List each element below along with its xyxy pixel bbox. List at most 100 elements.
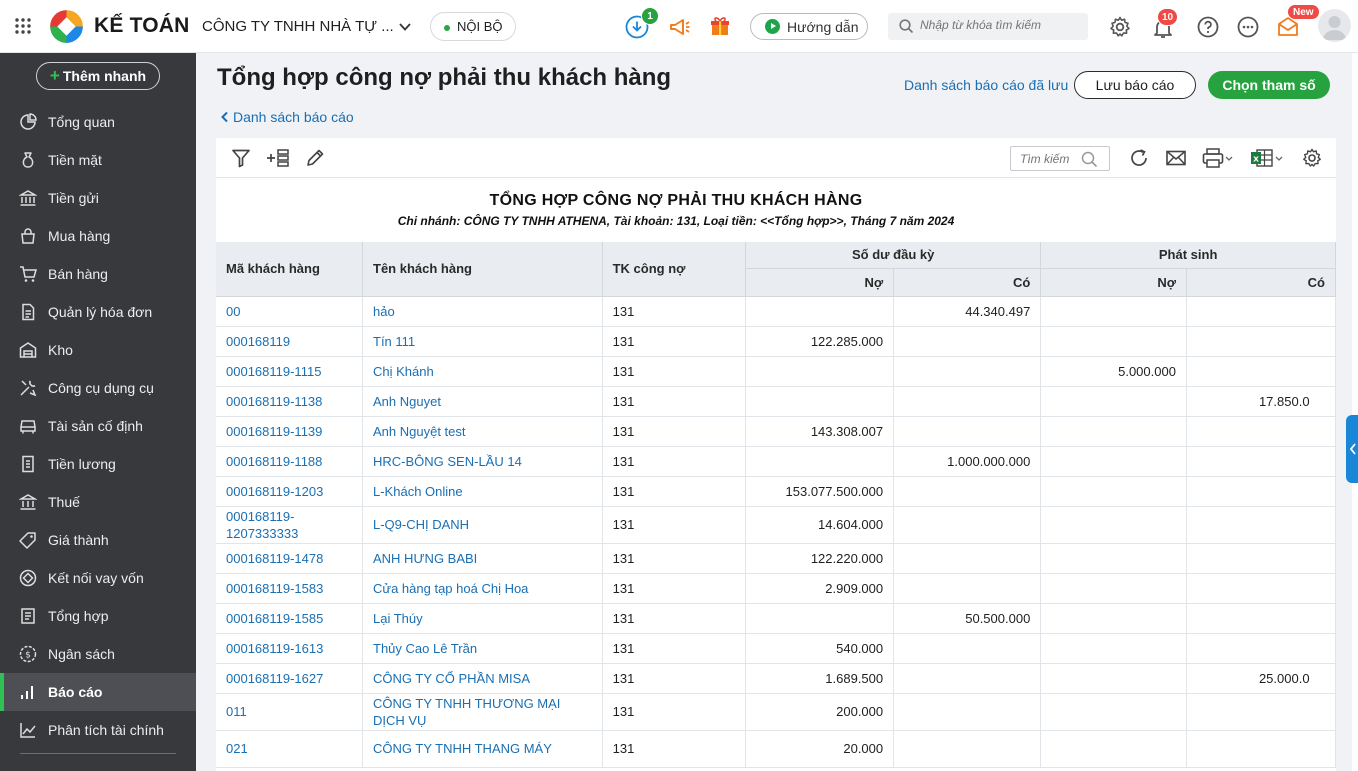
cell-customer-name[interactable]: Anh Nguyet <box>362 386 603 417</box>
cell-customer-code[interactable]: 021 <box>216 730 363 768</box>
cell-customer-name[interactable]: Anh Nguyệt test <box>362 416 603 447</box>
cell-customer-code[interactable]: 000168119-1585 <box>216 603 363 634</box>
more-options-icon[interactable] <box>1236 15 1260 39</box>
cell-customer-code[interactable]: 000168119 <box>216 326 363 357</box>
global-search[interactable] <box>888 13 1088 40</box>
cell-customer-code[interactable]: 000168119-1188 <box>216 446 363 477</box>
refresh-icon[interactable] <box>1128 147 1150 169</box>
cell-customer-name[interactable]: ANH HƯNG BABI <box>362 543 603 574</box>
table-row[interactable]: 00 hảo 131 44.340.497 <box>216 296 1336 327</box>
cell-customer-name[interactable]: CÔNG TY CỔ PHẦN MISA <box>362 663 603 694</box>
email-icon[interactable] <box>1165 147 1187 169</box>
sidebar-item-cash[interactable]: Tiền mặt <box>0 141 196 179</box>
table-row[interactable]: 000168119-1188 HRC-BÔNG SEN-LẦU 14 131 1.00… <box>216 446 1336 477</box>
printer-icon[interactable] <box>1202 147 1234 169</box>
quick-add-button[interactable]: + Thêm nhanh <box>36 62 160 90</box>
table-row[interactable]: 000168119-1613 Thủy Cao Lê Trần 131 540.000 <box>216 633 1336 664</box>
cell-customer-name[interactable]: Cửa hàng tạp hoá Chị Hoa <box>362 573 603 604</box>
table-row[interactable]: 000168119-1583 Cửa hàng tạp hoá Chị Hoa 13… <box>216 573 1336 604</box>
cell-customer-name[interactable]: hảo <box>362 296 603 327</box>
sidebar-item-budget[interactable]: $ Ngân sách <box>0 635 196 673</box>
table-row[interactable]: 000168119-1207333333 L-Q9-CHỊ DANH 131 14.6… <box>216 506 1336 544</box>
table-row[interactable]: 011 CÔNG TY TNHH THƯƠNG MẠI DỊCH VỤ 131 200… <box>216 693 1336 731</box>
table-row[interactable]: 000168119-1585 Lại Thúy 131 50.500.000 <box>216 603 1336 634</box>
avatar[interactable] <box>1318 9 1351 42</box>
gift-icon[interactable] <box>708 14 732 38</box>
cell-customer-name[interactable]: L-Khách Online <box>362 476 603 507</box>
select-params-button[interactable]: Chọn tham số <box>1208 71 1330 99</box>
header-opening-debit[interactable]: Nợ <box>745 268 895 297</box>
side-panel-toggle[interactable] <box>1346 415 1358 483</box>
settings-gear-icon[interactable] <box>1301 147 1323 169</box>
report-search[interactable] <box>1010 146 1110 171</box>
global-search-input[interactable] <box>920 18 1080 32</box>
sidebar-item-reports[interactable]: Báo cáo <box>0 673 196 711</box>
cell-customer-code[interactable]: 00 <box>216 296 363 327</box>
cell-customer-code[interactable]: 011 <box>216 693 363 731</box>
table-row[interactable]: 000168119-1115 Chị Khánh 131 5.000.000 <box>216 356 1336 387</box>
guide-button[interactable]: Hướng dẫn <box>750 13 868 40</box>
sidebar-item-sales[interactable]: Bán hàng <box>0 255 196 293</box>
cell-customer-name[interactable]: Thủy Cao Lê Trần <box>362 633 603 664</box>
cell-customer-code[interactable]: 000168119-1138 <box>216 386 363 417</box>
filter-icon[interactable] <box>230 147 252 169</box>
misa-logo[interactable] <box>50 10 83 43</box>
company-selector[interactable]: CÔNG TY TNHH NHÀ TỰ ... <box>202 18 394 35</box>
table-row[interactable]: 000168119-1138 Anh Nguyet 131 17.850.0 <box>216 386 1336 417</box>
excel-export-icon[interactable]: x <box>1250 147 1284 169</box>
cell-customer-code[interactable]: 000168119-1478 <box>216 543 363 574</box>
header-account[interactable]: TK công nợ <box>602 242 747 297</box>
cell-customer-code[interactable]: 000168119-1583 <box>216 573 363 604</box>
cell-customer-name[interactable]: Tín 111 <box>362 326 603 357</box>
cell-customer-name[interactable]: CÔNG TY TNHH THANG MÁY <box>362 730 603 768</box>
sidebar-item-overview[interactable]: Tổng quan <box>0 103 196 141</box>
sidebar-item-cost[interactable]: Giá thành <box>0 521 196 559</box>
cell-customer-code[interactable]: 000168119-1613 <box>216 633 363 664</box>
cell-customer-code[interactable]: 000168119-1139 <box>216 416 363 447</box>
sidebar-item-purchase[interactable]: Mua hàng <box>0 217 196 255</box>
cell-customer-name[interactable]: Chị Khánh <box>362 356 603 387</box>
header-arising-debit[interactable]: Nợ <box>1040 268 1187 297</box>
table-row[interactable]: 021 CÔNG TY TNHH THANG MÁY 131 20.000 <box>216 730 1336 768</box>
back-to-report-list-link[interactable]: Danh sách báo cáo <box>220 109 354 125</box>
report-search-input[interactable] <box>1020 152 1080 166</box>
table-row[interactable]: 000168119-1478 ANH HƯNG BABI 131 122.220.00… <box>216 543 1336 574</box>
table-row[interactable]: 000168119-1139 Anh Nguyệt test 131 143.308.… <box>216 416 1336 447</box>
sidebar-item-deposit[interactable]: Tiền gửi <box>0 179 196 217</box>
sidebar-item-payroll[interactable]: Tiền lương <box>0 445 196 483</box>
cell-customer-name[interactable]: Lại Thúy <box>362 603 603 634</box>
table-row[interactable]: 000168119 Tín 111 131 122.285.000 <box>216 326 1336 357</box>
cell-customer-name[interactable]: CÔNG TY TNHH THƯƠNG MẠI DỊCH VỤ <box>362 693 603 731</box>
saved-reports-link[interactable]: Danh sách báo cáo đã lưu <box>904 77 1068 93</box>
help-icon[interactable] <box>1196 15 1220 39</box>
add-column-icon[interactable] <box>266 147 290 169</box>
sidebar-item-invoice[interactable]: Quản lý hóa đơn <box>0 293 196 331</box>
megaphone-icon[interactable] <box>668 15 692 39</box>
scope-badge[interactable]: NỘI BỘ <box>430 12 516 41</box>
sidebar-item-fixed-assets[interactable]: Tài sản cố định <box>0 407 196 445</box>
header-opening-credit[interactable]: Có <box>893 268 1042 297</box>
sidebar-item-warehouse[interactable]: Kho <box>0 331 196 369</box>
cell-customer-code[interactable]: 000168119-1203 <box>216 476 363 507</box>
sidebar-item-tax[interactable]: Thuế <box>0 483 196 521</box>
cell-customer-code[interactable]: 000168119-1115 <box>216 356 363 387</box>
app-grid-icon[interactable] <box>14 17 32 35</box>
cell-customer-name[interactable]: HRC-BÔNG SEN-LẦU 14 <box>362 446 603 477</box>
table-row[interactable]: 000168119-1627 CÔNG TY CỔ PHẦN MISA 131 1.6… <box>216 663 1336 694</box>
edit-pencil-icon[interactable] <box>304 147 326 169</box>
cell-customer-code[interactable]: 000168119-1207333333 <box>216 506 363 544</box>
save-report-button[interactable]: Lưu báo cáo <box>1074 71 1196 99</box>
cell-arising-credit <box>1186 416 1336 447</box>
cell-customer-name[interactable]: L-Q9-CHỊ DANH <box>362 506 603 544</box>
sidebar-item-tools[interactable]: Công cụ dụng cụ <box>0 369 196 407</box>
header-customer-name[interactable]: Tên khách hàng <box>362 242 603 297</box>
sidebar-item-finance-analysis[interactable]: Phân tích tài chính <box>0 711 196 749</box>
gear-icon[interactable] <box>1108 15 1132 39</box>
sidebar-item-summary[interactable]: Tổng hợp <box>0 597 196 635</box>
sidebar-item-loan[interactable]: Kết nối vay vốn <box>0 559 196 597</box>
chevron-down-icon[interactable] <box>398 20 412 34</box>
table-row[interactable]: 000168119-1203 L-Khách Online 131 153.077.5… <box>216 476 1336 507</box>
header-arising-credit[interactable]: Có <box>1186 268 1336 297</box>
cell-customer-code[interactable]: 000168119-1627 <box>216 663 363 694</box>
header-customer-code[interactable]: Mã khách hàng <box>216 242 363 297</box>
